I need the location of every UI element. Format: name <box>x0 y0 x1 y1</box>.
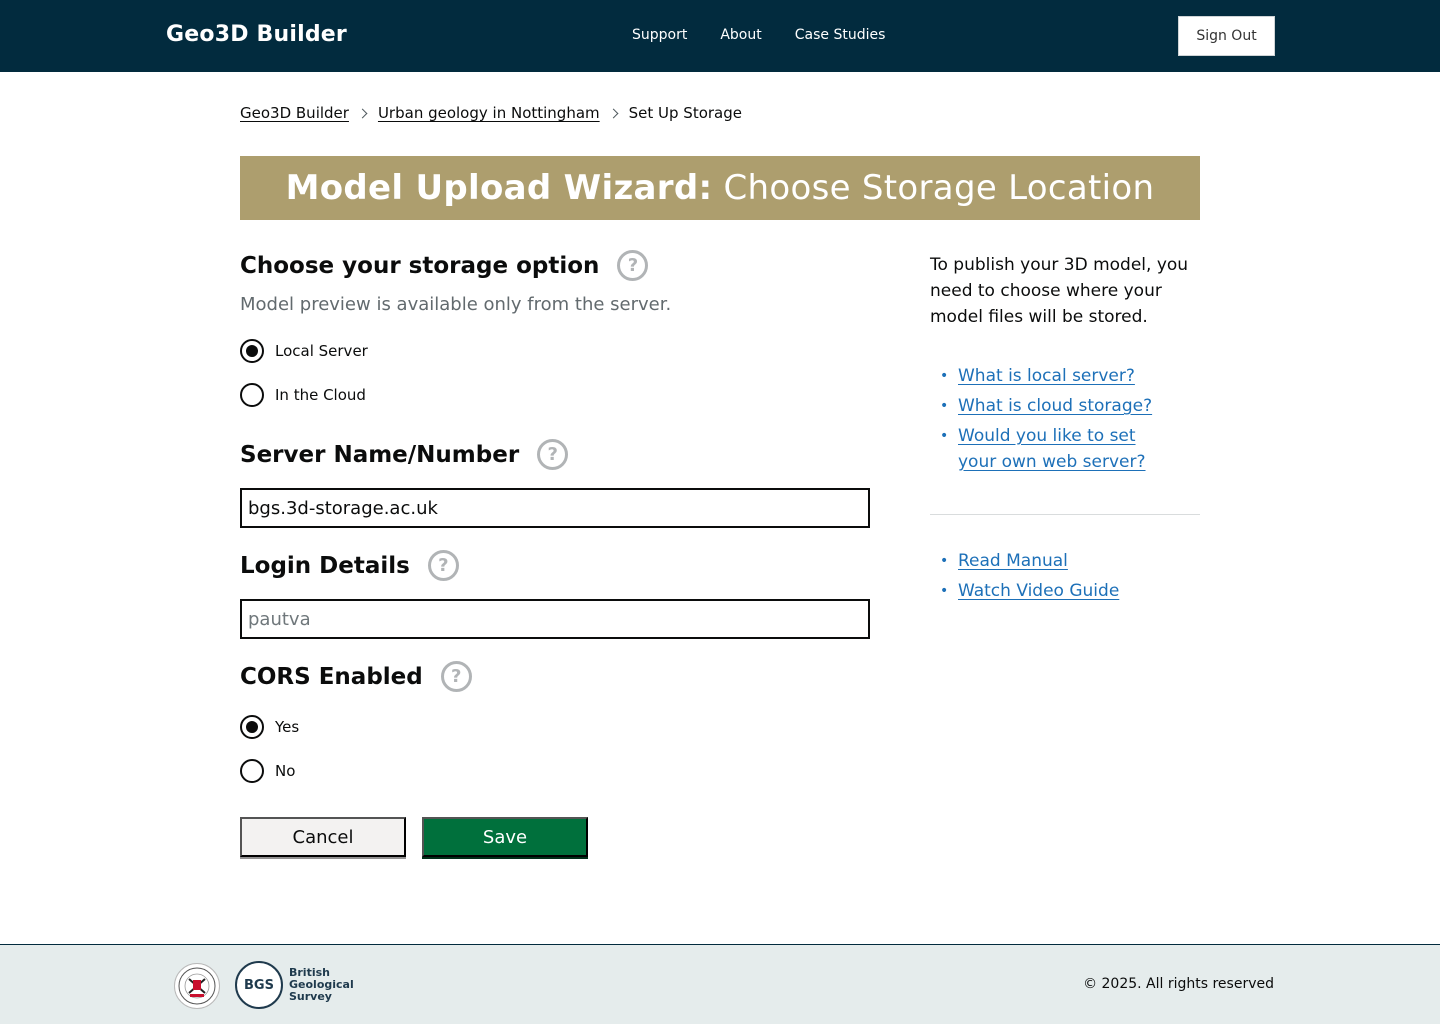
server-name-heading: Server Name/Number ? <box>240 439 569 470</box>
radio-button-selected[interactable] <box>240 339 264 363</box>
bullet-icon: • <box>940 398 949 414</box>
storage-option-heading: Choose your storage option ? <box>240 250 649 281</box>
nav-about[interactable]: About <box>720 27 761 43</box>
list-item: • What is local server? <box>940 363 1152 389</box>
bgs-logo[interactable]: BGS British Geological Survey <box>235 961 354 1009</box>
radio-cors-yes[interactable]: Yes <box>240 715 299 739</box>
breadcrumb-current: Set Up Storage <box>628 104 742 122</box>
copyright-text: © 2025. All rights reserved <box>1083 976 1274 992</box>
cancel-button[interactable]: Cancel <box>240 817 406 857</box>
seal-emblem-icon <box>178 967 216 1005</box>
link-local-server[interactable]: What is local server? <box>958 363 1135 389</box>
link-read-manual[interactable]: Read Manual <box>958 548 1068 574</box>
login-details-title: Login Details <box>240 552 410 579</box>
sidebar-intro: To publish your 3D model, you need to ch… <box>930 255 1189 327</box>
help-icon[interactable]: ? <box>617 250 649 281</box>
radio-button-selected[interactable] <box>240 715 264 739</box>
page-title-bold: Model Upload Wizard: <box>285 168 713 208</box>
login-details-input[interactable] <box>240 599 870 639</box>
list-item: • What is cloud storage? <box>940 393 1152 419</box>
bgs-emblem: BGS <box>235 961 283 1009</box>
chevron-right-icon <box>357 108 368 118</box>
link-watch-video-guide[interactable]: Watch Video Guide <box>958 578 1119 604</box>
link-own-web-server[interactable]: Would you like to set your own web serve… <box>958 423 1150 475</box>
radio-label: No <box>275 762 296 780</box>
bullet-icon: • <box>940 553 949 569</box>
page-title-rest: Choose Storage Location <box>723 168 1155 208</box>
footer: BGS British Geological Survey © 2025. Al… <box>0 944 1440 1024</box>
save-button[interactable]: Save <box>422 817 588 857</box>
brand-logo-text[interactable]: Geo3D Builder <box>166 22 347 47</box>
login-details-heading: Login Details ? <box>240 550 459 581</box>
sign-out-button[interactable]: Sign Out <box>1178 16 1275 56</box>
cors-heading: CORS Enabled ? <box>240 661 472 692</box>
bullet-icon: • <box>940 583 949 599</box>
server-name-title: Server Name/Number <box>240 441 520 468</box>
sidebar-divider <box>930 514 1200 515</box>
list-item: • Would you like to set your own web serv… <box>940 423 1150 475</box>
help-links-list: • What is local server? • What is cloud st… <box>940 363 1152 479</box>
help-icon[interactable]: ? <box>440 661 472 692</box>
breadcrumb: Geo3D Builder Urban geology in Nottingha… <box>240 104 742 122</box>
society-seal-logo <box>174 963 220 1009</box>
cors-title: CORS Enabled <box>240 663 423 690</box>
nav-case-studies[interactable]: Case Studies <box>795 27 886 43</box>
radio-local-server[interactable]: Local Server <box>240 339 368 363</box>
page-title: Model Upload Wizard: Choose Storage Loca… <box>286 168 1155 208</box>
storage-option-title: Choose your storage option <box>240 252 600 279</box>
radio-label: Yes <box>275 718 300 736</box>
bullet-icon: • <box>940 368 949 384</box>
bgs-name: British Geological Survey <box>289 967 354 1003</box>
server-name-input[interactable] <box>240 488 870 528</box>
top-header: Geo3D Builder Support About Case Studies… <box>0 0 1440 72</box>
link-cloud-storage[interactable]: What is cloud storage? <box>958 393 1152 419</box>
resources-list: • Read Manual • Watch Video Guide <box>940 548 1119 608</box>
help-icon[interactable]: ? <box>537 439 569 470</box>
radio-button[interactable] <box>240 383 264 407</box>
radio-in-the-cloud[interactable]: In the Cloud <box>240 383 366 407</box>
radio-button[interactable] <box>240 759 264 783</box>
radio-cors-no[interactable]: No <box>240 759 295 783</box>
list-item: • Read Manual <box>940 548 1119 574</box>
list-item: • Watch Video Guide <box>940 578 1119 604</box>
help-icon[interactable]: ? <box>427 550 459 581</box>
nav-support[interactable]: Support <box>632 27 687 43</box>
bullet-icon: • <box>940 428 949 444</box>
radio-label: In the Cloud <box>275 386 366 404</box>
storage-hint: Model preview is available only from the… <box>240 294 672 315</box>
main-nav: Support About Case Studies <box>632 27 885 43</box>
radio-label: Local Server <box>275 342 368 360</box>
wizard-banner: Model Upload Wizard: Choose Storage Loca… <box>240 156 1200 220</box>
chevron-right-icon <box>608 108 619 118</box>
breadcrumb-project[interactable]: Urban geology in Nottingham <box>378 104 600 122</box>
breadcrumb-home[interactable]: Geo3D Builder <box>240 104 349 122</box>
bgs-name-line: Survey <box>289 990 332 1003</box>
